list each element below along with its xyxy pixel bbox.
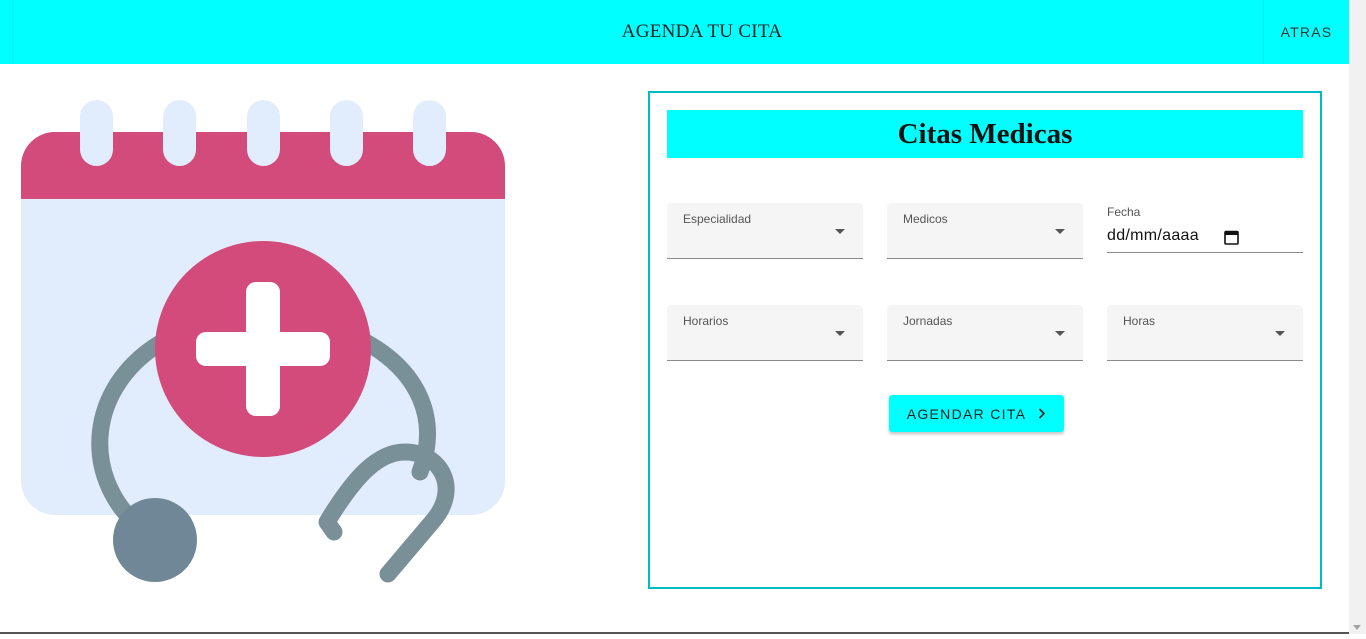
fecha-date-input[interactable]: Fecha dd/mm/aaaa bbox=[1107, 203, 1303, 253]
chevron-down-icon bbox=[1055, 331, 1065, 336]
horas-label: Horas bbox=[1123, 314, 1156, 328]
chevron-down-icon bbox=[1055, 229, 1065, 234]
medicos-label: Medicos bbox=[903, 212, 948, 226]
chevron-right-icon bbox=[1039, 408, 1046, 419]
illustration-panel bbox=[0, 64, 640, 634]
horarios-select[interactable]: Horarios bbox=[667, 305, 863, 361]
horas-select[interactable]: Horas bbox=[1107, 305, 1303, 361]
calendar-icon[interactable] bbox=[1224, 230, 1239, 245]
agendar-cita-label: AGENDAR CITA bbox=[906, 405, 1027, 422]
medicos-select[interactable]: Medicos bbox=[887, 203, 1083, 259]
chevron-down-icon bbox=[835, 331, 845, 336]
form-title: Citas Medicas bbox=[667, 110, 1303, 158]
page-scrollbar[interactable] bbox=[1349, 0, 1366, 634]
jornadas-label: Jornadas bbox=[903, 314, 953, 328]
especialidad-label: Especialidad bbox=[683, 212, 752, 226]
top-app-bar: AGENDA TU CITA ATRAS bbox=[0, 0, 1349, 64]
jornadas-select[interactable]: Jornadas bbox=[887, 305, 1083, 361]
chevron-down-icon bbox=[835, 229, 845, 234]
fecha-value: dd/mm/aaaa bbox=[1107, 227, 1199, 244]
agendar-cita-button[interactable]: AGENDAR CITA bbox=[889, 395, 1064, 432]
especialidad-select[interactable]: Especialidad bbox=[667, 203, 863, 259]
scroll-down-arrow-icon[interactable] bbox=[1353, 625, 1361, 630]
page-title: AGENDA TU CITA bbox=[621, 21, 783, 42]
appointment-form-card: Citas Medicas Especialidad Medicos Fecha… bbox=[648, 91, 1322, 589]
chevron-down-icon bbox=[1275, 331, 1285, 336]
horarios-label: Horarios bbox=[683, 314, 729, 328]
calendar-medical-icon bbox=[21, 100, 505, 583]
back-button[interactable]: ATRAS bbox=[1264, 0, 1349, 64]
fecha-label: Fecha bbox=[1107, 205, 1141, 219]
